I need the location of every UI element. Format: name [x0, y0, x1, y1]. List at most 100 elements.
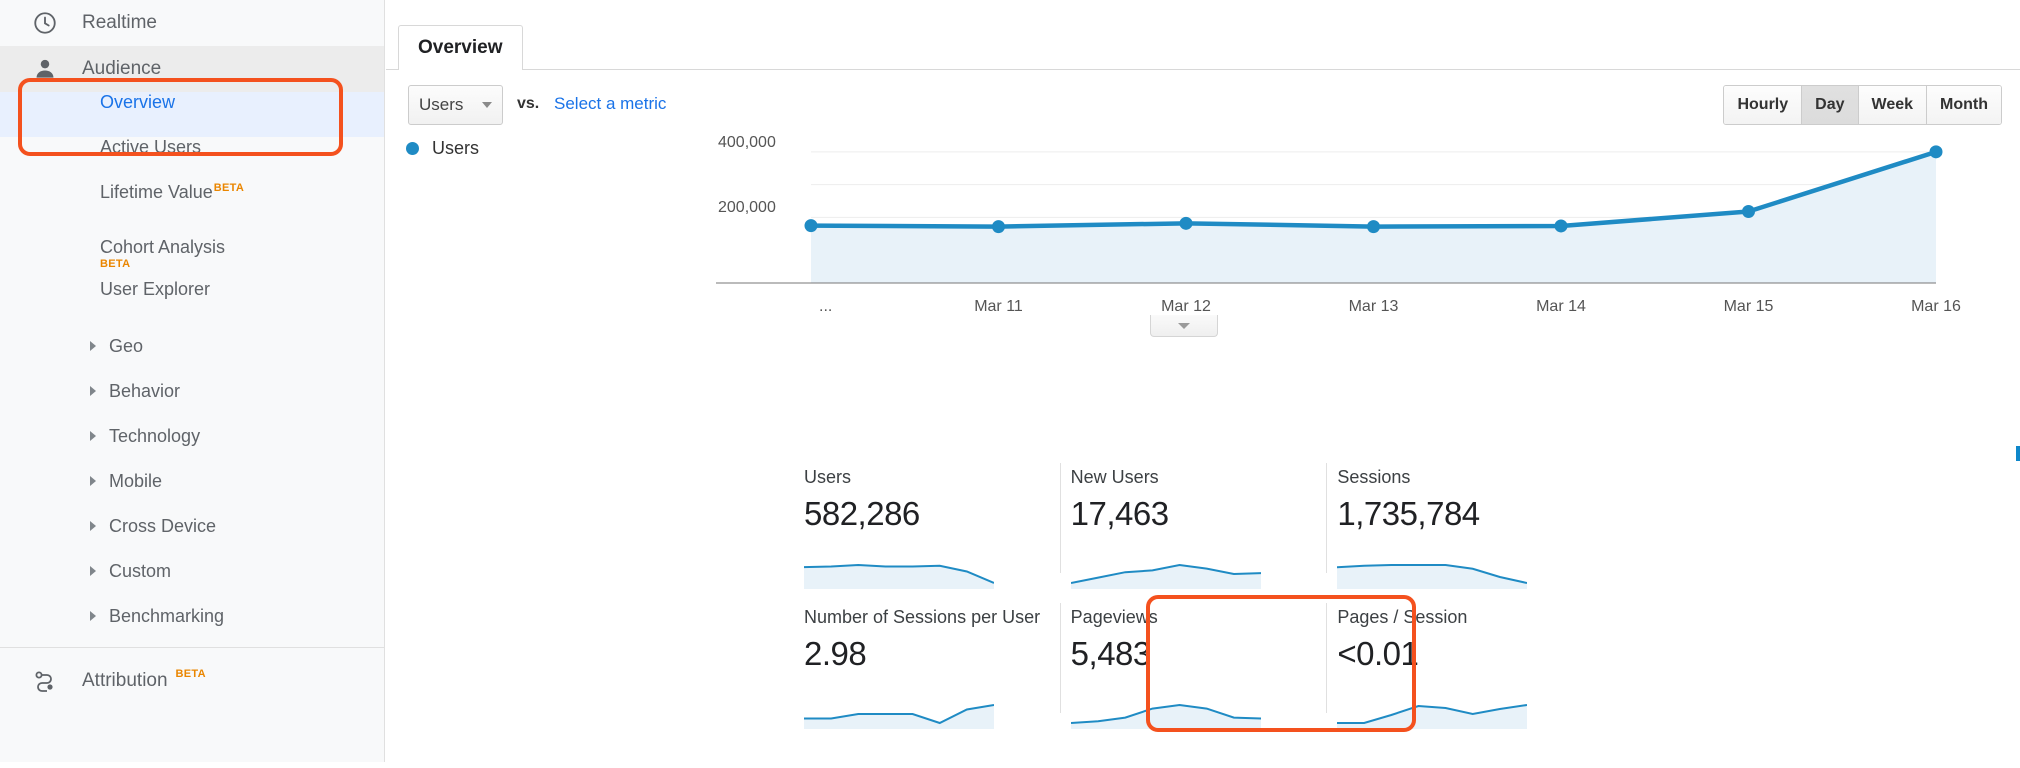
beta-badge: BETA — [213, 182, 245, 194]
chart-collapse-handle[interactable] — [1150, 315, 1218, 337]
sidebar-item-audience[interactable]: Audience — [0, 46, 384, 92]
sidebar-item-overview[interactable]: Overview — [0, 92, 384, 137]
card-title: Number of Sessions per User — [804, 607, 1041, 627]
metric-card-sessions[interactable]: Sessions 1,735,784 — [1326, 455, 1594, 595]
sidebar-divider — [0, 647, 384, 648]
select-a-metric-link[interactable]: Select a metric — [554, 94, 666, 114]
metric-toolbar: Users vs. Select a metric Hourly Day Week M… — [386, 70, 2020, 125]
sidebar-item-mobile-label: Mobile — [109, 471, 163, 491]
x-tick-label: ... — [819, 298, 833, 315]
datapoint[interactable] — [1554, 219, 1568, 233]
card-value: 17,463 — [1070, 495, 1169, 532]
pie-legend-swatch — [2016, 446, 2020, 461]
card-value: 2.98 — [804, 635, 867, 672]
sidebar-item-attribution[interactable]: Attribution BETA — [0, 658, 384, 704]
datapoint[interactable] — [804, 219, 818, 233]
expand-triangle-icon — [90, 565, 96, 576]
y-tick-label: 200,000 — [718, 199, 776, 217]
sidebar-item-realtime-label: Realtime — [82, 12, 157, 33]
x-tick-label: Mar 11 — [974, 298, 1023, 315]
granularity-month-button[interactable]: Month — [1927, 86, 2001, 124]
sparkline — [804, 563, 994, 589]
sparkline — [1337, 564, 1528, 589]
main-content: Overview Users vs. Select a metric Hourl… — [386, 0, 2020, 762]
sidebar: Realtime Audience Overview Active Users Life… — [0, 0, 385, 762]
expand-triangle-icon — [90, 385, 96, 396]
card-separator — [1059, 463, 1061, 573]
sidebar-item-custom[interactable]: Custom — [0, 549, 384, 594]
sidebar-item-technology[interactable]: Technology — [0, 414, 384, 459]
clock-icon — [30, 8, 60, 38]
granularity-week-button[interactable]: Week — [1858, 86, 1928, 124]
sidebar-item-user-explorer[interactable]: User Explorer — [0, 279, 384, 324]
metric-card-sessions-per-user[interactable]: Number of Sessions per User 2.98 — [794, 595, 1061, 735]
metric-card-pages-per-session[interactable]: Pages / Session <0.01 — [1326, 595, 1594, 735]
card-value: 1,735,784 — [1337, 495, 1480, 532]
pie-legend: Returning VisitorNew Visitor — [2016, 443, 2020, 464]
metric-cards-row-2: Number of Sessions per User 2.98 Pageviews… — [794, 595, 1594, 735]
beta-badge: BETA — [100, 257, 131, 270]
sidebar-item-behavior[interactable]: Behavior — [0, 369, 384, 414]
sparkline — [804, 704, 994, 729]
sidebar-item-active-users[interactable]: Active Users — [0, 137, 384, 182]
sidebar-item-attribution-label: Attribution — [82, 670, 168, 691]
metric-card-pageviews[interactable]: Pageviews 5,483 — [1059, 595, 1328, 735]
datapoint[interactable] — [992, 220, 1005, 234]
datapoint[interactable] — [1742, 205, 1755, 219]
granularity-hourly-button[interactable]: Hourly — [1724, 86, 1803, 124]
sidebar-item-benchmarking[interactable]: Benchmarking — [0, 594, 384, 639]
sidebar-item-geo-label: Geo — [109, 336, 144, 356]
sparkline — [1337, 704, 1528, 729]
metric-cards: Users 582,286 New Users 17,463 Sessions 1,735… — [794, 455, 1594, 735]
sidebar-item-custom-label: Custom — [109, 561, 172, 581]
sidebar-item-audience-label: Audience — [82, 58, 162, 79]
datapoint[interactable] — [1929, 145, 1943, 159]
sidebar-item-cohort-analysis[interactable]: Cohort Analysis BETA — [0, 227, 384, 279]
person-icon — [30, 54, 60, 84]
card-value: <0.01 — [1337, 635, 1419, 672]
sidebar-item-technology-label: Technology — [109, 426, 201, 446]
tab-strip: Overview — [386, 0, 2020, 70]
sidebar-item-geo[interactable]: Geo — [0, 324, 384, 369]
linechart-svg[interactable] — [386, 130, 2020, 315]
chevron-down-icon — [1178, 322, 1190, 329]
x-tick-label: Mar 12 — [1161, 298, 1211, 315]
sidebar-item-lifetime-value[interactable]: Lifetime Value BETA — [0, 182, 384, 227]
pie-legend-item[interactable]: Returning Visitor — [2016, 443, 2020, 464]
sidebar-item-lifetime-value-label: Lifetime Value — [100, 182, 213, 202]
sidebar-item-user-explorer-label: User Explorer — [100, 279, 211, 299]
metric-select-users[interactable]: Users — [408, 85, 503, 125]
sparkline — [1070, 563, 1261, 589]
tab-overview[interactable]: Overview — [398, 25, 523, 70]
card-value: 582,286 — [804, 495, 920, 532]
expand-triangle-icon — [90, 340, 96, 351]
x-tick-label: Mar 15 — [1723, 298, 1774, 315]
card-title: New Users — [1070, 467, 1159, 487]
x-tick-label: Mar 13 — [1348, 298, 1399, 315]
sparkline — [1070, 703, 1261, 729]
attribution-icon — [30, 666, 60, 696]
x-tick-label: Mar 16 — [1911, 298, 1961, 315]
x-tick-label: Mar 14 — [1536, 298, 1586, 315]
card-title: Pages / Session — [1337, 607, 1468, 627]
sidebar-item-mobile[interactable]: Mobile — [0, 459, 384, 504]
metric-card-new-users[interactable]: New Users 17,463 — [1059, 455, 1328, 595]
users-timeseries-chart: Users 200,000 400,000 ... Mar 11 Mar 12 Mar … — [386, 130, 2020, 420]
chevron-down-icon — [482, 102, 492, 108]
datapoint[interactable] — [1367, 220, 1380, 234]
metric-card-users[interactable]: Users 582,286 — [794, 455, 1061, 595]
card-title: Sessions — [1337, 467, 1411, 487]
tab-overview-label: Overview — [418, 37, 503, 58]
metric-select-label: Users — [419, 95, 464, 114]
expand-triangle-icon — [90, 520, 96, 531]
card-title: Users — [804, 467, 852, 487]
card-value: 5,483 — [1070, 635, 1152, 672]
granularity-day-button[interactable]: Day — [1802, 86, 1859, 124]
sidebar-item-cross-device[interactable]: Cross Device — [0, 504, 384, 549]
sidebar-item-overview-label: Overview — [100, 92, 176, 112]
datapoint[interactable] — [1179, 216, 1193, 230]
sidebar-item-realtime[interactable]: Realtime — [0, 0, 384, 46]
pie-svg[interactable] — [1986, 478, 2020, 768]
expand-triangle-icon — [90, 430, 96, 441]
sidebar-nav-list: Realtime Audience Overview Active Users Life… — [0, 0, 384, 639]
